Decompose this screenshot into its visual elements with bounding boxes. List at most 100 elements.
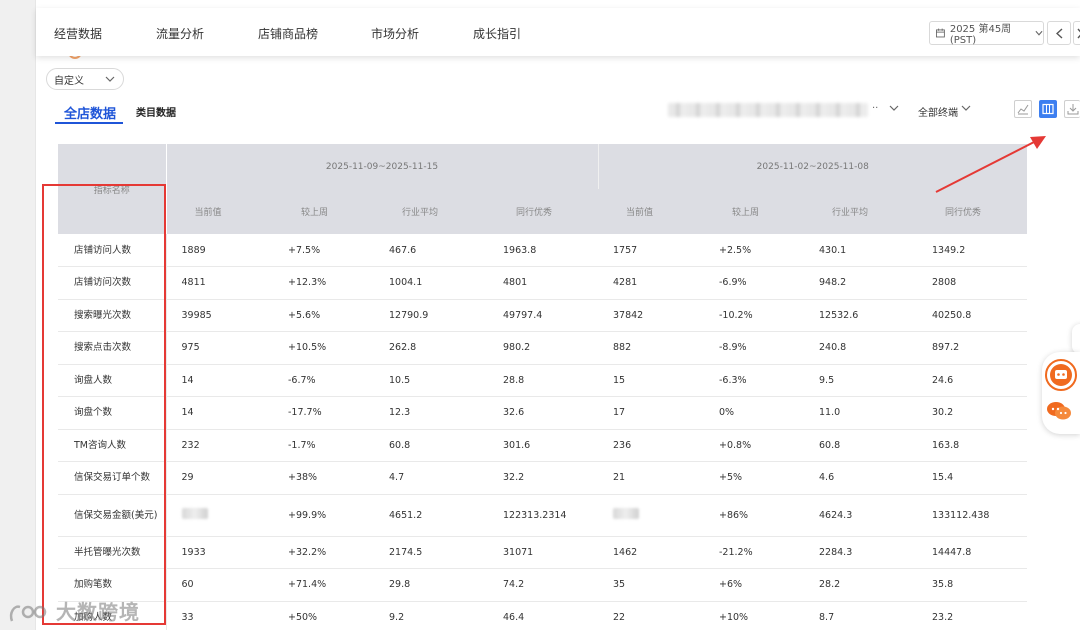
metric-value-cell: 60.8 — [804, 429, 917, 462]
metric-value-cell: 35 — [598, 568, 704, 602]
metric-value-cell: 32.6 — [488, 396, 598, 430]
metric-value-cell: 10.5 — [374, 364, 488, 397]
metric-value-cell: 1757 — [598, 234, 704, 267]
metric-value-cell: 32.2 — [488, 461, 598, 495]
metric-value-cell: 2808 — [917, 266, 1027, 300]
next-week-button[interactable] — [1073, 21, 1080, 45]
chat-bubbles-icon[interactable] — [1046, 400, 1072, 422]
metric-value-cell: -1.7% — [273, 429, 374, 462]
metric-value-cell: 28.8 — [488, 364, 598, 397]
metric-value-cell: 4281 — [598, 266, 704, 300]
metric-value-cell: -21.2% — [704, 536, 804, 569]
metrics-table: 指标名称 2025-11-09~2025-11-15 2025-11-02~20… — [58, 144, 1027, 630]
week-selector[interactable]: 2025 第45周 (PST) — [929, 21, 1044, 46]
left-edge-strip — [0, 0, 36, 630]
download-icon — [1067, 104, 1078, 115]
table-row: 搜索曝光次数 39985 +5.6% 12790.9 49797.4 37842 -10.2… — [58, 299, 1027, 332]
service-robot-icon[interactable] — [1044, 358, 1078, 392]
redacted-value — [181, 508, 208, 519]
metric-value-cell: 4.7 — [374, 461, 488, 495]
watermark-logo — [9, 604, 47, 621]
metric-value-cell: -6.9% — [704, 266, 804, 300]
redacted-value — [613, 508, 639, 519]
metric-name-cell: 搜索曝光次数 — [58, 299, 167, 332]
metric-value-cell: 14 — [166, 396, 273, 430]
top-navigation: 经营数据 流量分析 店铺商品榜 市场分析 成长指引 2025 第45周 (PST… — [36, 8, 1080, 56]
prev-week-button[interactable] — [1047, 21, 1071, 45]
column-header-industry-avg: 行业平均 — [374, 189, 488, 234]
week-selector-value: 2025 第45周 (PST) — [949, 24, 1012, 46]
metric-value-cell: +7.5% — [273, 234, 374, 267]
metric-value-cell: 24.6 — [917, 364, 1027, 397]
metric-value-cell — [166, 494, 273, 537]
blurred-store-select[interactable] — [668, 103, 868, 117]
metric-value-cell: 14 — [166, 364, 273, 397]
column-header-wow: 较上周 — [704, 189, 804, 234]
metric-value-cell: +10% — [704, 601, 804, 630]
metric-value-cell: 9.2 — [374, 601, 488, 630]
tab-category-data[interactable]: 类目数据 — [136, 104, 176, 119]
metric-value-cell: +86% — [704, 494, 804, 537]
metric-value-cell: 301.6 — [488, 429, 598, 462]
metric-value-cell: 39985 — [166, 299, 273, 332]
active-tab-underline — [55, 122, 123, 124]
nav-tab-store-product-ranking[interactable]: 店铺商品榜 — [258, 25, 318, 42]
side-collapse-button[interactable] — [1072, 324, 1080, 354]
period-header-current: 2025-11-09~2025-11-15 — [165, 144, 598, 189]
metric-value-cell: 60 — [166, 568, 273, 602]
metric-value-cell: 4624.3 — [804, 494, 917, 537]
metric-value-cell: -6.7% — [273, 364, 374, 397]
metric-value-cell: 2174.5 — [374, 536, 488, 569]
nav-tab-business-data[interactable]: 经营数据 — [54, 25, 102, 42]
table-row: 店铺访问次数 4811 +12.3% 1004.1 4801 4281 -6.9% 948.2… — [58, 266, 1027, 300]
metric-value-cell: +50% — [273, 601, 374, 630]
download-button[interactable] — [1064, 100, 1080, 118]
metric-value-cell: 28.2 — [804, 568, 917, 602]
metric-value-cell: +5% — [704, 461, 804, 495]
metric-value-cell: -6.3% — [704, 364, 804, 397]
table-row: 询盘人数 14 -6.7% 10.5 28.8 15 -6.3% 9.5 24.6 — [58, 364, 1027, 397]
metric-value-cell: 12790.9 — [374, 299, 488, 332]
table-row: 店铺访问人数 1889 +7.5% 467.6 1963.8 1757 +2.5% 430.1… — [58, 234, 1027, 267]
table-row: 加购笔数 60 +71.4% 29.8 74.2 35 +6% 28.2 35.8 — [58, 568, 1027, 602]
metric-name-cell: 店铺访问人数 — [58, 234, 167, 267]
column-header-current-value: 当前值 — [166, 189, 273, 234]
metric-value-cell: 1004.1 — [374, 266, 488, 300]
custom-range-value: 自定义 — [54, 75, 84, 87]
custom-range-select[interactable]: 自定义 — [46, 68, 124, 90]
metric-name-header: 指标名称 — [58, 144, 167, 234]
metric-value-cell: 35.8 — [917, 568, 1027, 602]
annotation-arrow — [935, 136, 1046, 193]
metric-value-cell: 12532.6 — [804, 299, 917, 332]
chevron-down-icon[interactable] — [888, 101, 900, 115]
metric-value-cell: 15 — [598, 364, 704, 397]
chevron-left-icon — [1055, 27, 1062, 39]
table-row: 信保交易金额(美元) +99.9% 4651.2 122313.2314 +86% 462… — [58, 494, 1027, 537]
metric-name-cell: 询盘个数 — [58, 396, 167, 430]
metric-value-cell: 29.8 — [374, 568, 488, 602]
metric-name-cell: 半托管曝光次数 — [58, 536, 167, 569]
tab-store-data[interactable]: 全店数据 — [64, 103, 116, 122]
metric-value-cell: 9.5 — [804, 364, 917, 397]
nav-tab-traffic-analysis[interactable]: 流量分析 — [156, 25, 204, 42]
table-row: TM咨询人数 232 -1.7% 60.8 301.6 236 +0.8% 60.8 163.8 — [58, 429, 1027, 462]
metric-value-cell: 1349.2 — [917, 234, 1027, 267]
metric-value-cell: 1462 — [598, 536, 704, 569]
column-header-industry-avg: 行业平均 — [804, 189, 917, 234]
table-row: 信保交易订单个数 29 +38% 4.7 32.2 21 +5% 4.6 15.4 — [58, 461, 1027, 495]
nav-tab-market-analysis[interactable]: 市场分析 — [371, 25, 419, 42]
column-header-peer-best: 同行优秀 — [488, 189, 598, 234]
metric-value-cell: 15.4 — [917, 461, 1027, 495]
metric-name-cell: 信保交易金额(美元) — [58, 494, 167, 537]
metric-value-cell: 49797.4 — [488, 299, 598, 332]
metric-name-cell: 询盘人数 — [58, 364, 167, 397]
nav-tab-growth-guide[interactable]: 成长指引 — [473, 25, 521, 42]
metric-name-cell: 搜索点击次数 — [58, 331, 167, 365]
metric-value-cell: 31071 — [488, 536, 598, 569]
metric-value-cell: +71.4% — [273, 568, 374, 602]
column-header-wow: 较上周 — [273, 189, 374, 234]
chevron-right-icon — [1076, 28, 1080, 38]
metric-value-cell: 882 — [598, 331, 704, 365]
watermark: 大数跨境 — [8, 596, 140, 625]
metric-value-cell: 4811 — [166, 266, 273, 300]
